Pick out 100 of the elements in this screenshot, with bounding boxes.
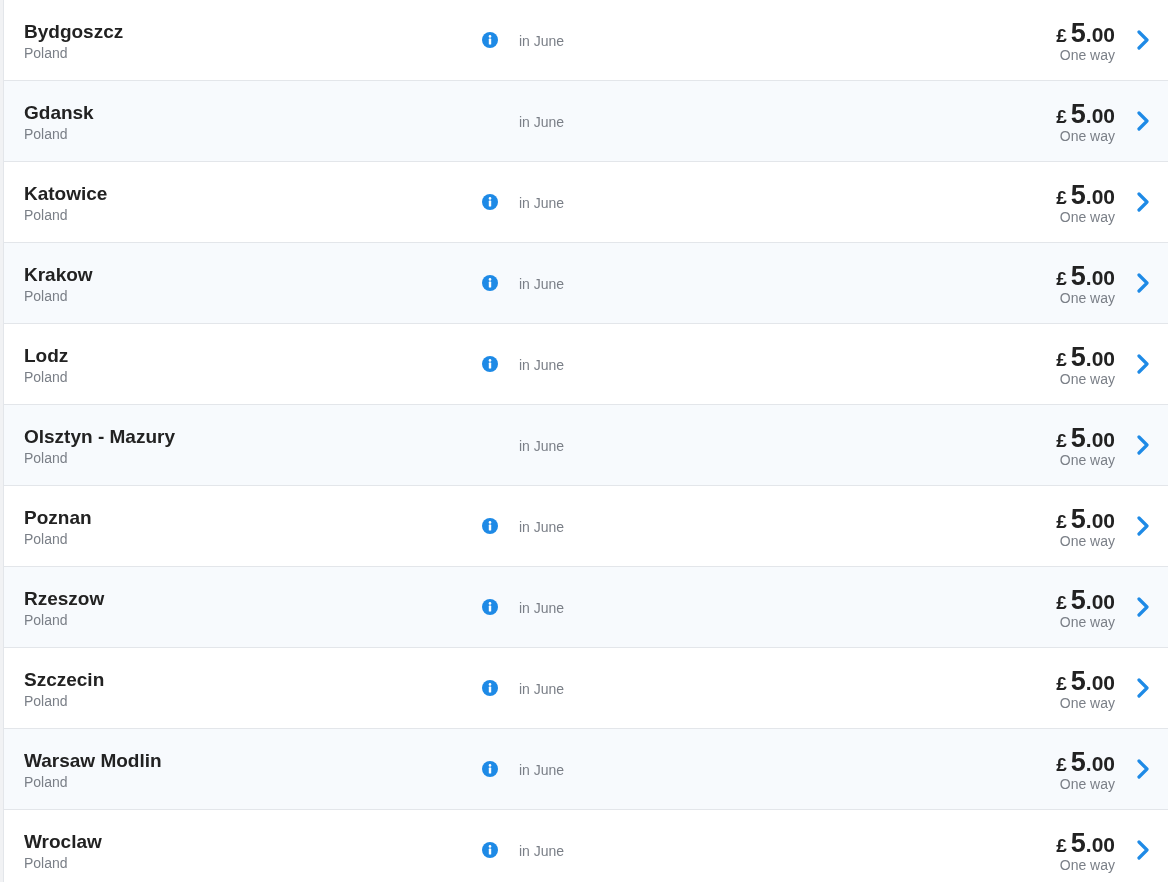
currency-symbol: £ (1056, 510, 1067, 533)
currency-symbol: £ (1056, 348, 1067, 371)
chevron-right-icon[interactable] (1137, 30, 1149, 50)
currency-symbol: £ (1056, 591, 1067, 614)
info-icon[interactable] (482, 32, 498, 48)
price-amount: 5 (1070, 260, 1086, 292)
country-name: Poland (24, 611, 69, 629)
info-icon[interactable] (482, 275, 498, 291)
trip-type: One way (1059, 127, 1115, 144)
info-icon[interactable] (482, 599, 498, 615)
price-amount: 5 (1070, 503, 1086, 535)
price-amount: 5 (1070, 17, 1086, 49)
currency-symbol: £ (1056, 429, 1067, 452)
destination-row[interactable]: Krakow Poland in June £5.00 One way (4, 243, 1168, 324)
country-name: Poland (24, 773, 69, 791)
price-amount: 5 (1070, 98, 1086, 130)
price-decimals: .00 (1085, 184, 1115, 209)
city-name: Katowice (24, 182, 109, 206)
chevron-right-icon[interactable] (1137, 273, 1149, 293)
price-amount: 5 (1070, 746, 1086, 778)
city-name: Lodz (24, 344, 70, 368)
city-name: Szczecin (24, 668, 106, 692)
price-decimals: .00 (1085, 103, 1115, 128)
city-name: Krakow (24, 263, 94, 287)
country-name: Poland (24, 449, 69, 467)
price-amount: 5 (1070, 827, 1086, 859)
info-icon[interactable] (482, 680, 498, 696)
info-icon[interactable] (482, 194, 498, 210)
city-name: Bydgoszcz (24, 20, 125, 44)
chevron-right-icon[interactable] (1137, 435, 1149, 455)
travel-month: in June (519, 437, 565, 454)
info-icon[interactable] (482, 761, 498, 777)
travel-month: in June (519, 599, 565, 616)
destination-row[interactable]: Rzeszow Poland in June £5.00 One way (4, 567, 1168, 648)
travel-month: in June (519, 842, 565, 859)
info-icon[interactable] (482, 356, 498, 372)
price-decimals: .00 (1085, 22, 1115, 47)
country-name: Poland (24, 368, 69, 386)
travel-month: in June (519, 113, 565, 130)
city-name: Gdansk (24, 101, 95, 125)
currency-symbol: £ (1056, 105, 1067, 128)
trip-type: One way (1059, 451, 1115, 468)
city-name: Rzeszow (24, 587, 106, 611)
trip-type: One way (1059, 775, 1115, 792)
price-decimals: .00 (1085, 508, 1115, 533)
country-name: Poland (24, 530, 69, 548)
currency-symbol: £ (1056, 834, 1067, 857)
chevron-right-icon[interactable] (1137, 678, 1149, 698)
currency-symbol: £ (1056, 753, 1067, 776)
trip-type: One way (1059, 289, 1115, 306)
travel-month: in June (519, 680, 565, 697)
country-name: Poland (24, 287, 69, 305)
price-amount: 5 (1070, 341, 1086, 373)
country-name: Poland (24, 206, 69, 224)
travel-month: in June (519, 761, 565, 778)
city-name: Poznan (24, 506, 93, 530)
city-name: Olsztyn - Mazury (24, 425, 176, 449)
country-name: Poland (24, 44, 69, 62)
country-name: Poland (24, 125, 69, 143)
country-name: Poland (24, 692, 69, 710)
price-decimals: .00 (1085, 346, 1115, 371)
destination-row[interactable]: Olsztyn - Mazury Poland in June £5.00 One way (4, 405, 1168, 486)
price-amount: 5 (1070, 179, 1086, 211)
currency-symbol: £ (1056, 267, 1067, 290)
travel-month: in June (519, 32, 565, 49)
travel-month: in June (519, 518, 565, 535)
country-name: Poland (24, 854, 69, 872)
travel-month: in June (519, 356, 565, 373)
price-decimals: .00 (1085, 832, 1115, 857)
city-name: Wroclaw (24, 830, 103, 854)
trip-type: One way (1059, 208, 1115, 225)
currency-symbol: £ (1056, 672, 1067, 695)
chevron-right-icon[interactable] (1137, 516, 1149, 536)
chevron-right-icon[interactable] (1137, 354, 1149, 374)
price-decimals: .00 (1085, 751, 1115, 776)
trip-type: One way (1059, 856, 1115, 873)
travel-month: in June (519, 275, 565, 292)
chevron-right-icon[interactable] (1137, 111, 1149, 131)
trip-type: One way (1059, 370, 1115, 387)
chevron-right-icon[interactable] (1137, 759, 1149, 779)
price-decimals: .00 (1085, 670, 1115, 695)
travel-month: in June (519, 194, 565, 211)
price-decimals: .00 (1085, 427, 1115, 452)
info-icon[interactable] (482, 518, 498, 534)
trip-type: One way (1059, 613, 1115, 630)
chevron-right-icon[interactable] (1137, 597, 1149, 617)
destination-row[interactable]: Gdansk Poland in June £5.00 One way (4, 81, 1168, 162)
chevron-right-icon[interactable] (1137, 192, 1149, 212)
price-amount: 5 (1070, 584, 1086, 616)
city-name: Warsaw Modlin (24, 749, 163, 773)
info-icon[interactable] (482, 842, 498, 858)
chevron-right-icon[interactable] (1137, 840, 1149, 860)
price-amount: 5 (1070, 665, 1086, 697)
destination-row[interactable]: Warsaw Modlin Poland in June £5.00 One way (4, 729, 1168, 810)
trip-type: One way (1059, 46, 1115, 63)
currency-symbol: £ (1056, 24, 1067, 47)
price-decimals: .00 (1085, 265, 1115, 290)
trip-type: One way (1059, 694, 1115, 711)
price-amount: 5 (1070, 422, 1086, 454)
price-decimals: .00 (1085, 589, 1115, 614)
